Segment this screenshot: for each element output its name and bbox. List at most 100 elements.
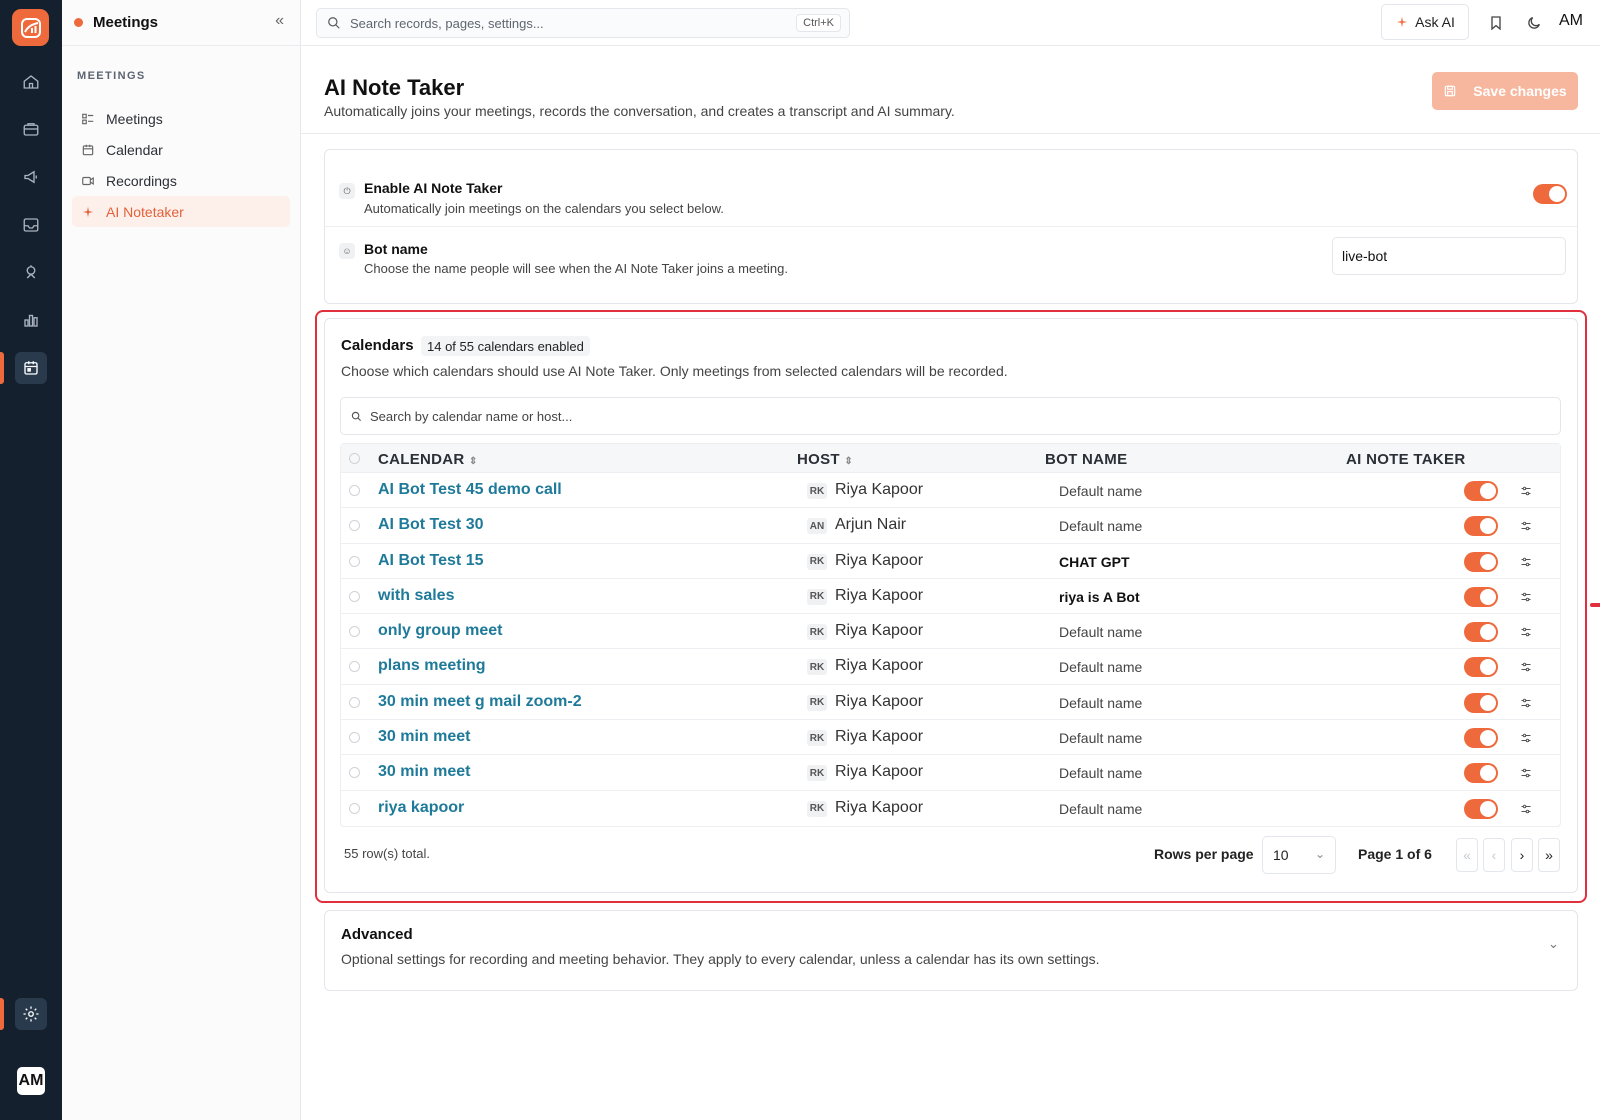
- col-calendar[interactable]: CALENDAR ⇕: [378, 451, 478, 468]
- row-checkbox[interactable]: [349, 626, 360, 638]
- collapse-sidebar-icon[interactable]: «: [275, 12, 284, 30]
- page-title: AI Note Taker: [324, 75, 465, 100]
- bookmark-icon[interactable]: [1485, 12, 1507, 34]
- host-name: Riya Kapoor: [835, 728, 924, 746]
- ai-note-taker-toggle[interactable]: [1464, 551, 1498, 572]
- calendars-title: Calendars: [341, 337, 414, 354]
- sidebar-item-ai-notetaker[interactable]: AI Notetaker: [72, 196, 290, 227]
- briefcase-icon[interactable]: [15, 113, 47, 145]
- row-checkbox[interactable]: [349, 485, 360, 496]
- chart-icon[interactable]: [15, 304, 47, 336]
- select-all-checkbox[interactable]: [349, 453, 360, 464]
- bot-name-cell: Default name: [1059, 730, 1143, 747]
- row-checkbox[interactable]: [349, 767, 360, 779]
- bot-name-input[interactable]: live-bot: [1332, 237, 1566, 275]
- table-row: plans meeting RK Riya Kapoor Default name: [341, 649, 1560, 685]
- chevron-down-icon[interactable]: ⌄: [1548, 936, 1559, 952]
- row-settings-icon[interactable]: [1518, 765, 1534, 781]
- calendar-name-link[interactable]: AI Bot Test 45 demo call: [378, 481, 562, 499]
- host-name: Riya Kapoor: [835, 657, 924, 675]
- ai-note-taker-toggle[interactable]: [1464, 586, 1498, 607]
- host-name: Arjun Nair: [835, 516, 907, 534]
- first-page-button[interactable]: «: [1456, 838, 1478, 872]
- megaphone-icon[interactable]: [15, 161, 47, 193]
- calendar-name-link[interactable]: 30 min meet: [378, 763, 470, 781]
- calendar-name-link[interactable]: AI Bot Test 30: [378, 516, 484, 534]
- table-row: riya kapoor RK Riya Kapoor Default name: [341, 791, 1560, 826]
- ai-note-taker-toggle[interactable]: [1464, 728, 1498, 749]
- ai-note-taker-toggle[interactable]: [1464, 516, 1498, 537]
- row-settings-icon[interactable]: [1518, 483, 1534, 499]
- row-settings-icon[interactable]: [1518, 730, 1534, 746]
- calendar-name-link[interactable]: AI Bot Test 15: [378, 552, 484, 570]
- calendar-name-link[interactable]: 30 min meet g mail zoom-2: [378, 693, 582, 711]
- sidebar-item-meetings[interactable]: Meetings: [72, 103, 290, 134]
- video-icon: [80, 173, 96, 189]
- dark-mode-icon[interactable]: [1523, 12, 1545, 34]
- settings-icon[interactable]: [15, 998, 47, 1030]
- row-checkbox[interactable]: [349, 661, 360, 673]
- bot-icon: ☺: [339, 243, 355, 259]
- sparkle-icon: [80, 204, 96, 220]
- search-icon: [351, 411, 362, 421]
- row-checkbox[interactable]: [349, 732, 360, 744]
- rail-settings-marker: [0, 998, 4, 1030]
- sidebar-item-calendar[interactable]: Calendar: [72, 134, 290, 165]
- ai-note-taker-toggle[interactable]: [1464, 622, 1498, 643]
- search-icon: [328, 17, 340, 29]
- next-page-button[interactable]: ›: [1511, 838, 1533, 872]
- row-settings-icon[interactable]: [1518, 695, 1534, 711]
- row-checkbox[interactable]: [349, 590, 360, 602]
- advanced-desc: Optional settings for recording and meet…: [341, 951, 1100, 967]
- calendar-nav-icon[interactable]: [15, 352, 47, 384]
- sparkle-icon: [1396, 16, 1408, 28]
- calendar-search-input[interactable]: Search by calendar name or host...: [340, 397, 1561, 435]
- top-bar: Search records, pages, settings... Ctrl+…: [301, 0, 1600, 46]
- ai-note-taker-toggle[interactable]: [1464, 692, 1498, 713]
- host-avatar: RK: [807, 730, 827, 747]
- ai-note-taker-toggle[interactable]: [1464, 798, 1498, 819]
- ai-note-taker-toggle[interactable]: [1464, 763, 1498, 784]
- save-changes-button[interactable]: Save changes: [1432, 72, 1578, 110]
- calendars-desc: Choose which calendars should use AI Not…: [341, 363, 1008, 379]
- bot-name-cell: CHAT GPT: [1059, 553, 1130, 570]
- enable-ai-note-taker-toggle[interactable]: [1533, 184, 1567, 204]
- calendar-name-link[interactable]: riya kapoor: [378, 799, 464, 817]
- calendar-name-link[interactable]: plans meeting: [378, 657, 486, 675]
- bot-name-desc: Choose the name people will see when the…: [364, 261, 788, 276]
- row-settings-icon[interactable]: [1518, 589, 1534, 605]
- support-icon[interactable]: [15, 256, 47, 288]
- search-placeholder: Search records, pages, settings...: [350, 15, 544, 31]
- host-name: Riya Kapoor: [835, 763, 924, 781]
- calendar-name-link[interactable]: with sales: [378, 587, 454, 605]
- ai-note-taker-toggle[interactable]: [1464, 481, 1498, 501]
- ai-note-taker-toggle[interactable]: [1464, 657, 1498, 678]
- sidebar-item-recordings[interactable]: Recordings: [72, 165, 290, 196]
- last-page-button[interactable]: »: [1538, 838, 1560, 872]
- app-logo[interactable]: [12, 9, 49, 46]
- row-checkbox[interactable]: [349, 696, 360, 708]
- rows-total: 55 row(s) total.: [344, 846, 430, 861]
- row-settings-icon[interactable]: [1518, 554, 1534, 570]
- home-icon[interactable]: [15, 66, 47, 98]
- row-checkbox[interactable]: [349, 520, 360, 532]
- row-checkbox[interactable]: [349, 802, 360, 814]
- user-avatar[interactable]: AM: [17, 1067, 45, 1095]
- calendar-name-link[interactable]: 30 min meet: [378, 728, 470, 746]
- host-avatar: RK: [807, 624, 827, 641]
- row-settings-icon[interactable]: [1518, 659, 1534, 675]
- calendar-name-link[interactable]: only group meet: [378, 622, 502, 640]
- global-search-input[interactable]: Search records, pages, settings... Ctrl+…: [316, 8, 850, 38]
- inbox-icon[interactable]: [15, 209, 47, 241]
- row-checkbox[interactable]: [349, 555, 360, 567]
- rows-per-page-select[interactable]: 10 ⌄: [1262, 836, 1336, 874]
- row-settings-icon[interactable]: [1518, 518, 1534, 534]
- row-settings-icon[interactable]: [1518, 624, 1534, 640]
- col-host[interactable]: HOST ⇕: [797, 451, 853, 468]
- user-initials[interactable]: AM: [1559, 12, 1583, 30]
- prev-page-button[interactable]: ‹: [1483, 838, 1505, 872]
- bot-name-cell: Default name: [1059, 518, 1143, 535]
- ask-ai-button[interactable]: Ask AI: [1381, 4, 1469, 40]
- row-settings-icon[interactable]: [1518, 801, 1534, 817]
- settings-card: ⏻ Enable AI Note Taker Automatically joi…: [324, 149, 1578, 304]
